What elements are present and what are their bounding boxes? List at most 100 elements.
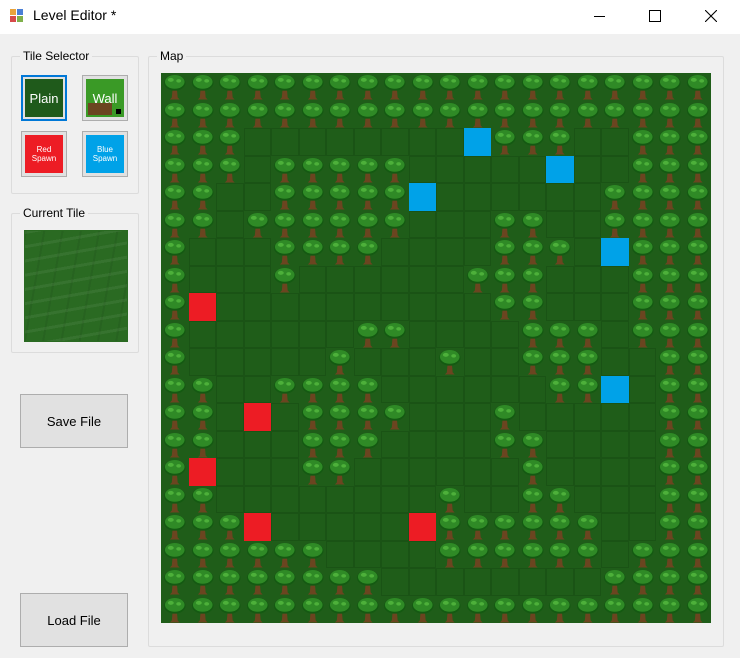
map-cell-wall[interactable] [161,430,189,458]
map-cell-plain[interactable] [408,265,436,293]
map-cell-wall[interactable] [161,128,189,156]
map-cell-plain[interactable] [601,265,629,293]
map-cell-plain[interactable] [353,348,381,376]
map-cell-wall[interactable] [518,540,546,568]
map-cell-wall[interactable] [353,155,381,183]
map-cell-plain[interactable] [188,320,216,348]
map-cell-wall[interactable] [161,210,189,238]
map-cell-wall[interactable] [161,73,189,101]
map-cell-wall[interactable] [243,595,271,623]
map-cell-wall[interactable] [381,320,409,348]
map-cell-wall[interactable] [326,430,354,458]
map-cell-wall[interactable] [518,293,546,321]
map-cell-wall[interactable] [601,568,629,596]
map-cell-wall[interactable] [436,348,464,376]
map-cell-plain[interactable] [353,128,381,156]
map-cell-wall[interactable] [353,320,381,348]
map-cell-wall[interactable] [683,265,711,293]
map-cell-wall[interactable] [573,375,601,403]
map-cell-plain[interactable] [628,458,656,486]
map-cell-plain[interactable] [271,348,299,376]
map-cell-plain[interactable] [601,485,629,513]
map-cell-wall[interactable] [601,595,629,623]
map-cell-blue-spawn[interactable] [463,128,491,156]
map-cell-wall[interactable] [683,375,711,403]
map-cell-wall[interactable] [326,183,354,211]
map-cell-plain[interactable] [408,238,436,266]
map-cell-wall[interactable] [573,513,601,541]
map-cell-wall[interactable] [463,540,491,568]
map-cell-plain[interactable] [518,375,546,403]
map-cell-wall[interactable] [518,265,546,293]
map-cell-plain[interactable] [408,293,436,321]
map-cell-plain[interactable] [573,430,601,458]
map-cell-wall[interactable] [628,540,656,568]
map-cell-plain[interactable] [326,293,354,321]
map-cell-wall[interactable] [381,100,409,128]
map-cell-wall[interactable] [573,595,601,623]
map-cell-plain[interactable] [601,320,629,348]
map-cell-plain[interactable] [546,430,574,458]
map-cell-wall[interactable] [271,568,299,596]
map-cell-wall[interactable] [463,595,491,623]
map-cell-wall[interactable] [546,348,574,376]
map-cell-wall[interactable] [518,128,546,156]
map-cell-wall[interactable] [298,183,326,211]
map-cell-wall[interactable] [216,568,244,596]
map-cell-wall[interactable] [188,375,216,403]
map-cell-blue-spawn[interactable] [408,183,436,211]
map-cell-wall[interactable] [408,73,436,101]
map-cell-wall[interactable] [271,155,299,183]
map-cell-wall[interactable] [216,100,244,128]
map-cell-wall[interactable] [573,348,601,376]
map-cell-wall[interactable] [188,128,216,156]
map-cell-wall[interactable] [491,403,519,431]
map-cell-wall[interactable] [518,485,546,513]
map-cell-plain[interactable] [463,293,491,321]
map-cell-wall[interactable] [353,430,381,458]
map-cell-wall[interactable] [656,210,684,238]
map-cell-plain[interactable] [436,155,464,183]
map-cell-wall[interactable] [271,183,299,211]
map-cell-plain[interactable] [216,210,244,238]
map-cell-plain[interactable] [573,210,601,238]
map-cell-plain[interactable] [271,513,299,541]
map-cell-wall[interactable] [491,293,519,321]
map-cell-wall[interactable] [188,403,216,431]
map-cell-wall[interactable] [326,348,354,376]
map-cell-plain[interactable] [271,403,299,431]
map-cell-wall[interactable] [628,293,656,321]
map-cell-wall[interactable] [491,73,519,101]
map-cell-wall[interactable] [491,513,519,541]
map-cell-wall[interactable] [353,73,381,101]
map-cell-plain[interactable] [216,430,244,458]
map-cell-wall[interactable] [243,210,271,238]
map-cell-plain[interactable] [573,568,601,596]
map-cell-plain[interactable] [518,155,546,183]
map-cell-plain[interactable] [408,540,436,568]
map-cell-wall[interactable] [656,155,684,183]
map-cell-wall[interactable] [188,183,216,211]
red-spawn-tile-button[interactable]: Red Spawn [21,131,67,177]
map-cell-wall[interactable] [216,73,244,101]
map-cell-plain[interactable] [326,513,354,541]
map-cell-plain[interactable] [436,430,464,458]
map-cell-wall[interactable] [683,540,711,568]
map-cell-wall[interactable] [326,595,354,623]
map-cell-wall[interactable] [298,568,326,596]
map-cell-wall[interactable] [656,183,684,211]
map-cell-wall[interactable] [271,238,299,266]
map-cell-plain[interactable] [463,155,491,183]
map-cell-plain[interactable] [436,238,464,266]
map-cell-wall[interactable] [656,320,684,348]
map-cell-wall[interactable] [628,73,656,101]
map-cell-wall[interactable] [271,100,299,128]
map-cell-wall[interactable] [463,265,491,293]
map-cell-wall[interactable] [381,155,409,183]
map-cell-plain[interactable] [188,348,216,376]
map-cell-wall[interactable] [326,210,354,238]
map-cell-plain[interactable] [353,485,381,513]
map-cell-wall[interactable] [243,540,271,568]
map-cell-plain[interactable] [601,430,629,458]
map-cell-wall[interactable] [463,100,491,128]
